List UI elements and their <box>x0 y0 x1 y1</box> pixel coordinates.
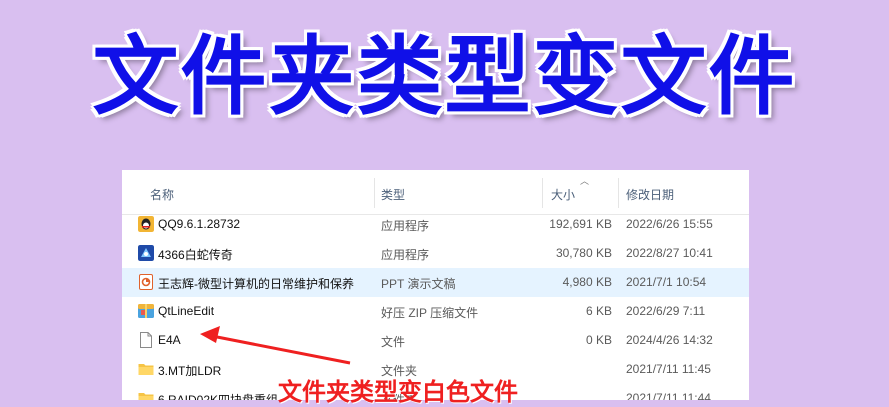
annotation-arrow-icon <box>200 326 351 365</box>
annotation-label: 文件夹类型变白色文件 <box>278 378 518 406</box>
